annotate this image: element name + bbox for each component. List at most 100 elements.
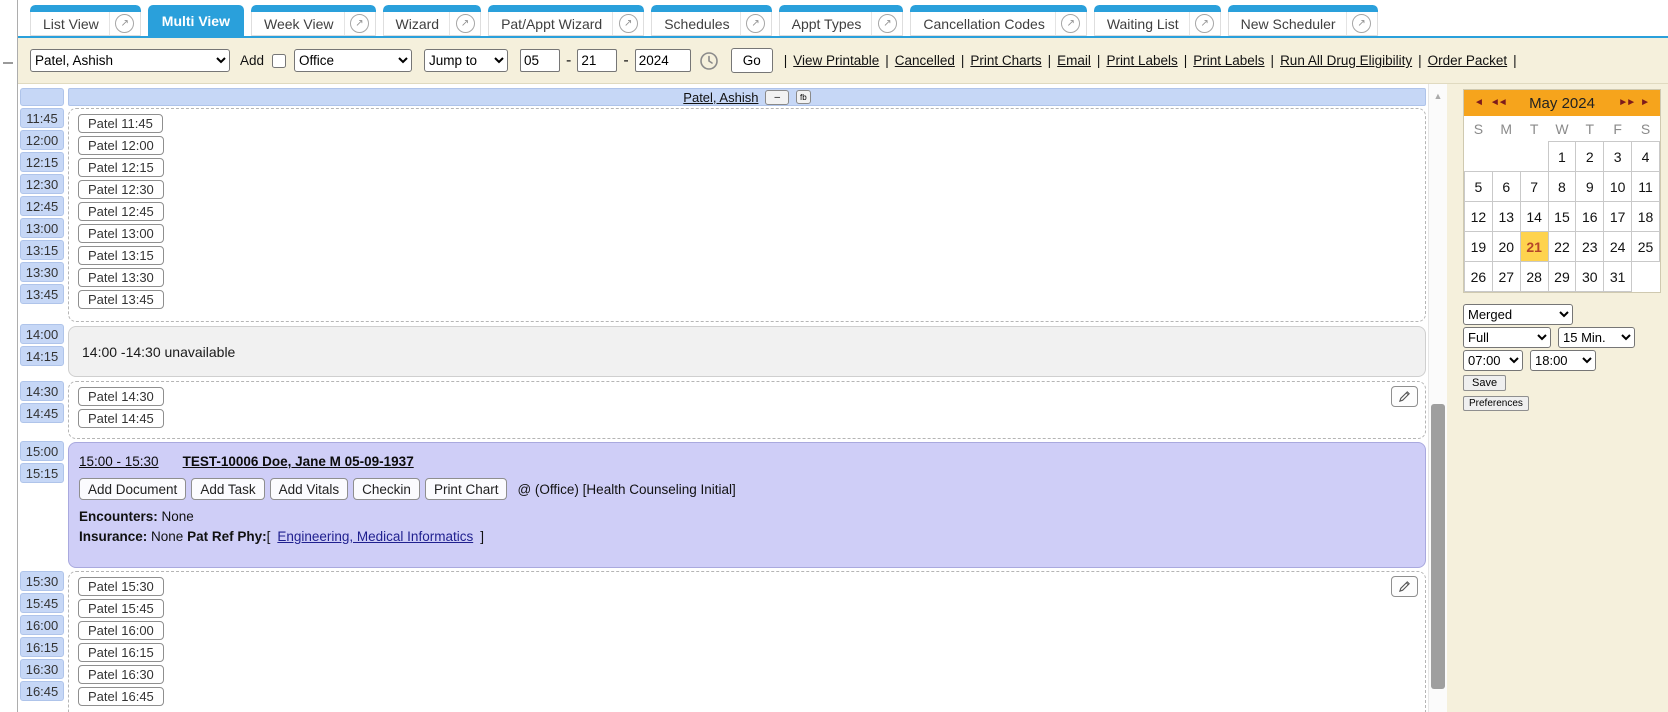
jump-to-select[interactable]: Jump to [424, 49, 508, 72]
calendar-day[interactable]: 15 [1548, 202, 1576, 232]
save-button[interactable]: Save [1463, 375, 1506, 391]
toolbar-link-order-packet[interactable]: Order Packet [1428, 53, 1508, 68]
slot-button[interactable]: Patel 15:45 [78, 599, 164, 618]
calendar-day[interactable]: 24 [1604, 232, 1632, 262]
slot-button[interactable]: Patel 11:45 [78, 114, 163, 133]
calendar-day[interactable]: 10 [1604, 172, 1632, 202]
add-document-button[interactable]: Add Document [79, 478, 186, 500]
scrollbar-thumb[interactable] [1431, 404, 1445, 689]
calendar-day[interactable]: 6 [1492, 172, 1520, 202]
calendar-day[interactable]: 14 [1520, 202, 1548, 232]
slot-button[interactable]: Patel 14:30 [78, 387, 164, 406]
referring-physician-link[interactable]: Engineering, Medical Informatics [277, 529, 473, 544]
slot-button[interactable]: Patel 12:00 [78, 136, 164, 155]
preferences-button[interactable]: Preferences [1463, 396, 1529, 411]
calendar-day[interactable]: 3 [1604, 142, 1632, 172]
calendar-day[interactable]: 8 [1548, 172, 1576, 202]
calendar-day[interactable]: 26 [1465, 262, 1493, 292]
slot-button[interactable]: Patel 12:30 [78, 180, 164, 199]
calendar-day[interactable]: 18 [1632, 202, 1660, 232]
external-link-icon[interactable]: ↗ [1195, 14, 1214, 33]
add-vitals-button[interactable]: Add Vitals [270, 478, 349, 500]
patient-link[interactable]: TEST-10006 Doe, Jane M 05-09-1937 [183, 454, 414, 469]
calendar-day[interactable]: 20 [1492, 232, 1520, 262]
edit-schedule-icon[interactable] [1391, 386, 1418, 407]
calendar-day[interactable]: 29 [1548, 262, 1576, 292]
toolbar-link-email[interactable]: Email [1057, 53, 1091, 68]
vertical-scrollbar[interactable]: ▲ [1428, 84, 1447, 712]
checkin-button[interactable]: Checkin [353, 478, 420, 500]
slot-button[interactable]: Patel 13:00 [78, 224, 164, 243]
date-day-input[interactable] [577, 49, 617, 72]
frame-resize-handle[interactable] [3, 62, 13, 64]
scrollbar-up-icon[interactable]: ▲ [1429, 91, 1447, 101]
calendar-day[interactable]: 19 [1465, 232, 1493, 262]
appointment-time-link[interactable]: 15:00 - 15:30 [79, 454, 159, 469]
calendar-day[interactable]: 5 [1465, 172, 1493, 202]
end-time-select[interactable]: 18:00 [1530, 350, 1596, 371]
slot-button[interactable]: Patel 13:45 [78, 290, 164, 309]
calendar-day[interactable]: 4 [1632, 142, 1660, 172]
add-checkbox[interactable] [272, 54, 286, 68]
slot-button[interactable]: Patel 16:00 [78, 621, 164, 640]
calendar-day[interactable]: 28 [1520, 262, 1548, 292]
external-link-icon[interactable]: ↗ [456, 14, 475, 33]
external-link-icon[interactable]: ↗ [746, 14, 765, 33]
calendar-day[interactable]: 11 [1632, 172, 1660, 202]
tab-multi-view[interactable]: Multi View [148, 5, 244, 36]
go-button[interactable]: Go [731, 48, 773, 73]
add-task-button[interactable]: Add Task [191, 478, 264, 500]
calendar-day[interactable]: 27 [1492, 262, 1520, 292]
calendar-prev-year-icon[interactable]: ◄◄ [1490, 98, 1506, 108]
tab-waiting-list[interactable]: Waiting List↗ [1094, 5, 1221, 36]
toolbar-link-cancelled[interactable]: Cancelled [895, 53, 955, 68]
tab-appt-types[interactable]: Appt Types↗ [779, 5, 904, 36]
provider-select[interactable]: Patel, Ashish [30, 49, 230, 72]
calendar-prev-month-icon[interactable]: ◄ [1474, 98, 1484, 108]
slot-button[interactable]: Patel 13:15 [78, 246, 164, 265]
interval-select[interactable]: 15 Min. [1558, 327, 1635, 348]
tab-wizard[interactable]: Wizard↗ [383, 5, 482, 36]
view-mode-select[interactable]: Merged [1463, 304, 1573, 325]
day-range-select[interactable]: Full [1463, 327, 1551, 348]
slot-button[interactable]: Patel 15:30 [78, 577, 164, 596]
external-link-icon[interactable]: ↗ [619, 14, 638, 33]
calendar-day[interactable]: 1 [1548, 142, 1576, 172]
toolbar-link-run-all-drug-eligibility[interactable]: Run All Drug Eligibility [1280, 53, 1412, 68]
tab-pat-appt-wizard[interactable]: Pat/Appt Wizard↗ [488, 5, 644, 36]
edit-schedule-icon[interactable] [1391, 576, 1418, 597]
calendar-day[interactable]: 17 [1604, 202, 1632, 232]
tab-cancellation-codes[interactable]: Cancellation Codes↗ [910, 5, 1086, 36]
calendar-day[interactable]: 31 [1604, 262, 1632, 292]
calendar-next-year-icon[interactable]: ►► [1618, 98, 1634, 108]
calendar-next-month-icon[interactable]: ► [1640, 98, 1650, 108]
tab-schedules[interactable]: Schedules↗ [651, 5, 771, 36]
calendar-day[interactable]: 22 [1548, 232, 1576, 262]
slot-button[interactable]: Patel 12:15 [78, 158, 164, 177]
calendar-day[interactable]: 7 [1520, 172, 1548, 202]
calendar-day[interactable]: 16 [1576, 202, 1604, 232]
tab-week-view[interactable]: Week View↗ [251, 5, 376, 36]
fb-button[interactable]: fb [796, 90, 811, 104]
toolbar-link-print-labels[interactable]: Print Labels [1193, 53, 1264, 68]
calendar-day[interactable]: 23 [1576, 232, 1604, 262]
collapse-column-button[interactable]: – [765, 90, 789, 105]
external-link-icon[interactable]: ↗ [1061, 14, 1080, 33]
tab-list-view[interactable]: List View↗ [30, 5, 141, 36]
external-link-icon[interactable]: ↗ [350, 14, 369, 33]
date-year-input[interactable] [635, 49, 691, 72]
start-time-select[interactable]: 07:00 [1463, 350, 1523, 371]
calendar-day[interactable]: 12 [1465, 202, 1493, 232]
provider-header-link[interactable]: Patel, Ashish [683, 90, 758, 105]
appointment-block[interactable]: 15:00 - 15:30 TEST-10006 Doe, Jane M 05-0… [68, 442, 1426, 568]
calendar-day[interactable]: 25 [1632, 232, 1660, 262]
toolbar-link-print-charts[interactable]: Print Charts [970, 53, 1041, 68]
toolbar-link-view-printable[interactable]: View Printable [793, 53, 879, 68]
slot-button[interactable]: Patel 16:30 [78, 665, 164, 684]
slot-button[interactable]: Patel 12:45 [78, 202, 164, 221]
slot-button[interactable]: Patel 16:15 [78, 643, 164, 662]
external-link-icon[interactable]: ↗ [115, 14, 134, 33]
slot-button[interactable]: Patel 16:45 [78, 687, 164, 706]
date-month-input[interactable] [520, 49, 560, 72]
slot-button[interactable]: Patel 13:30 [78, 268, 164, 287]
